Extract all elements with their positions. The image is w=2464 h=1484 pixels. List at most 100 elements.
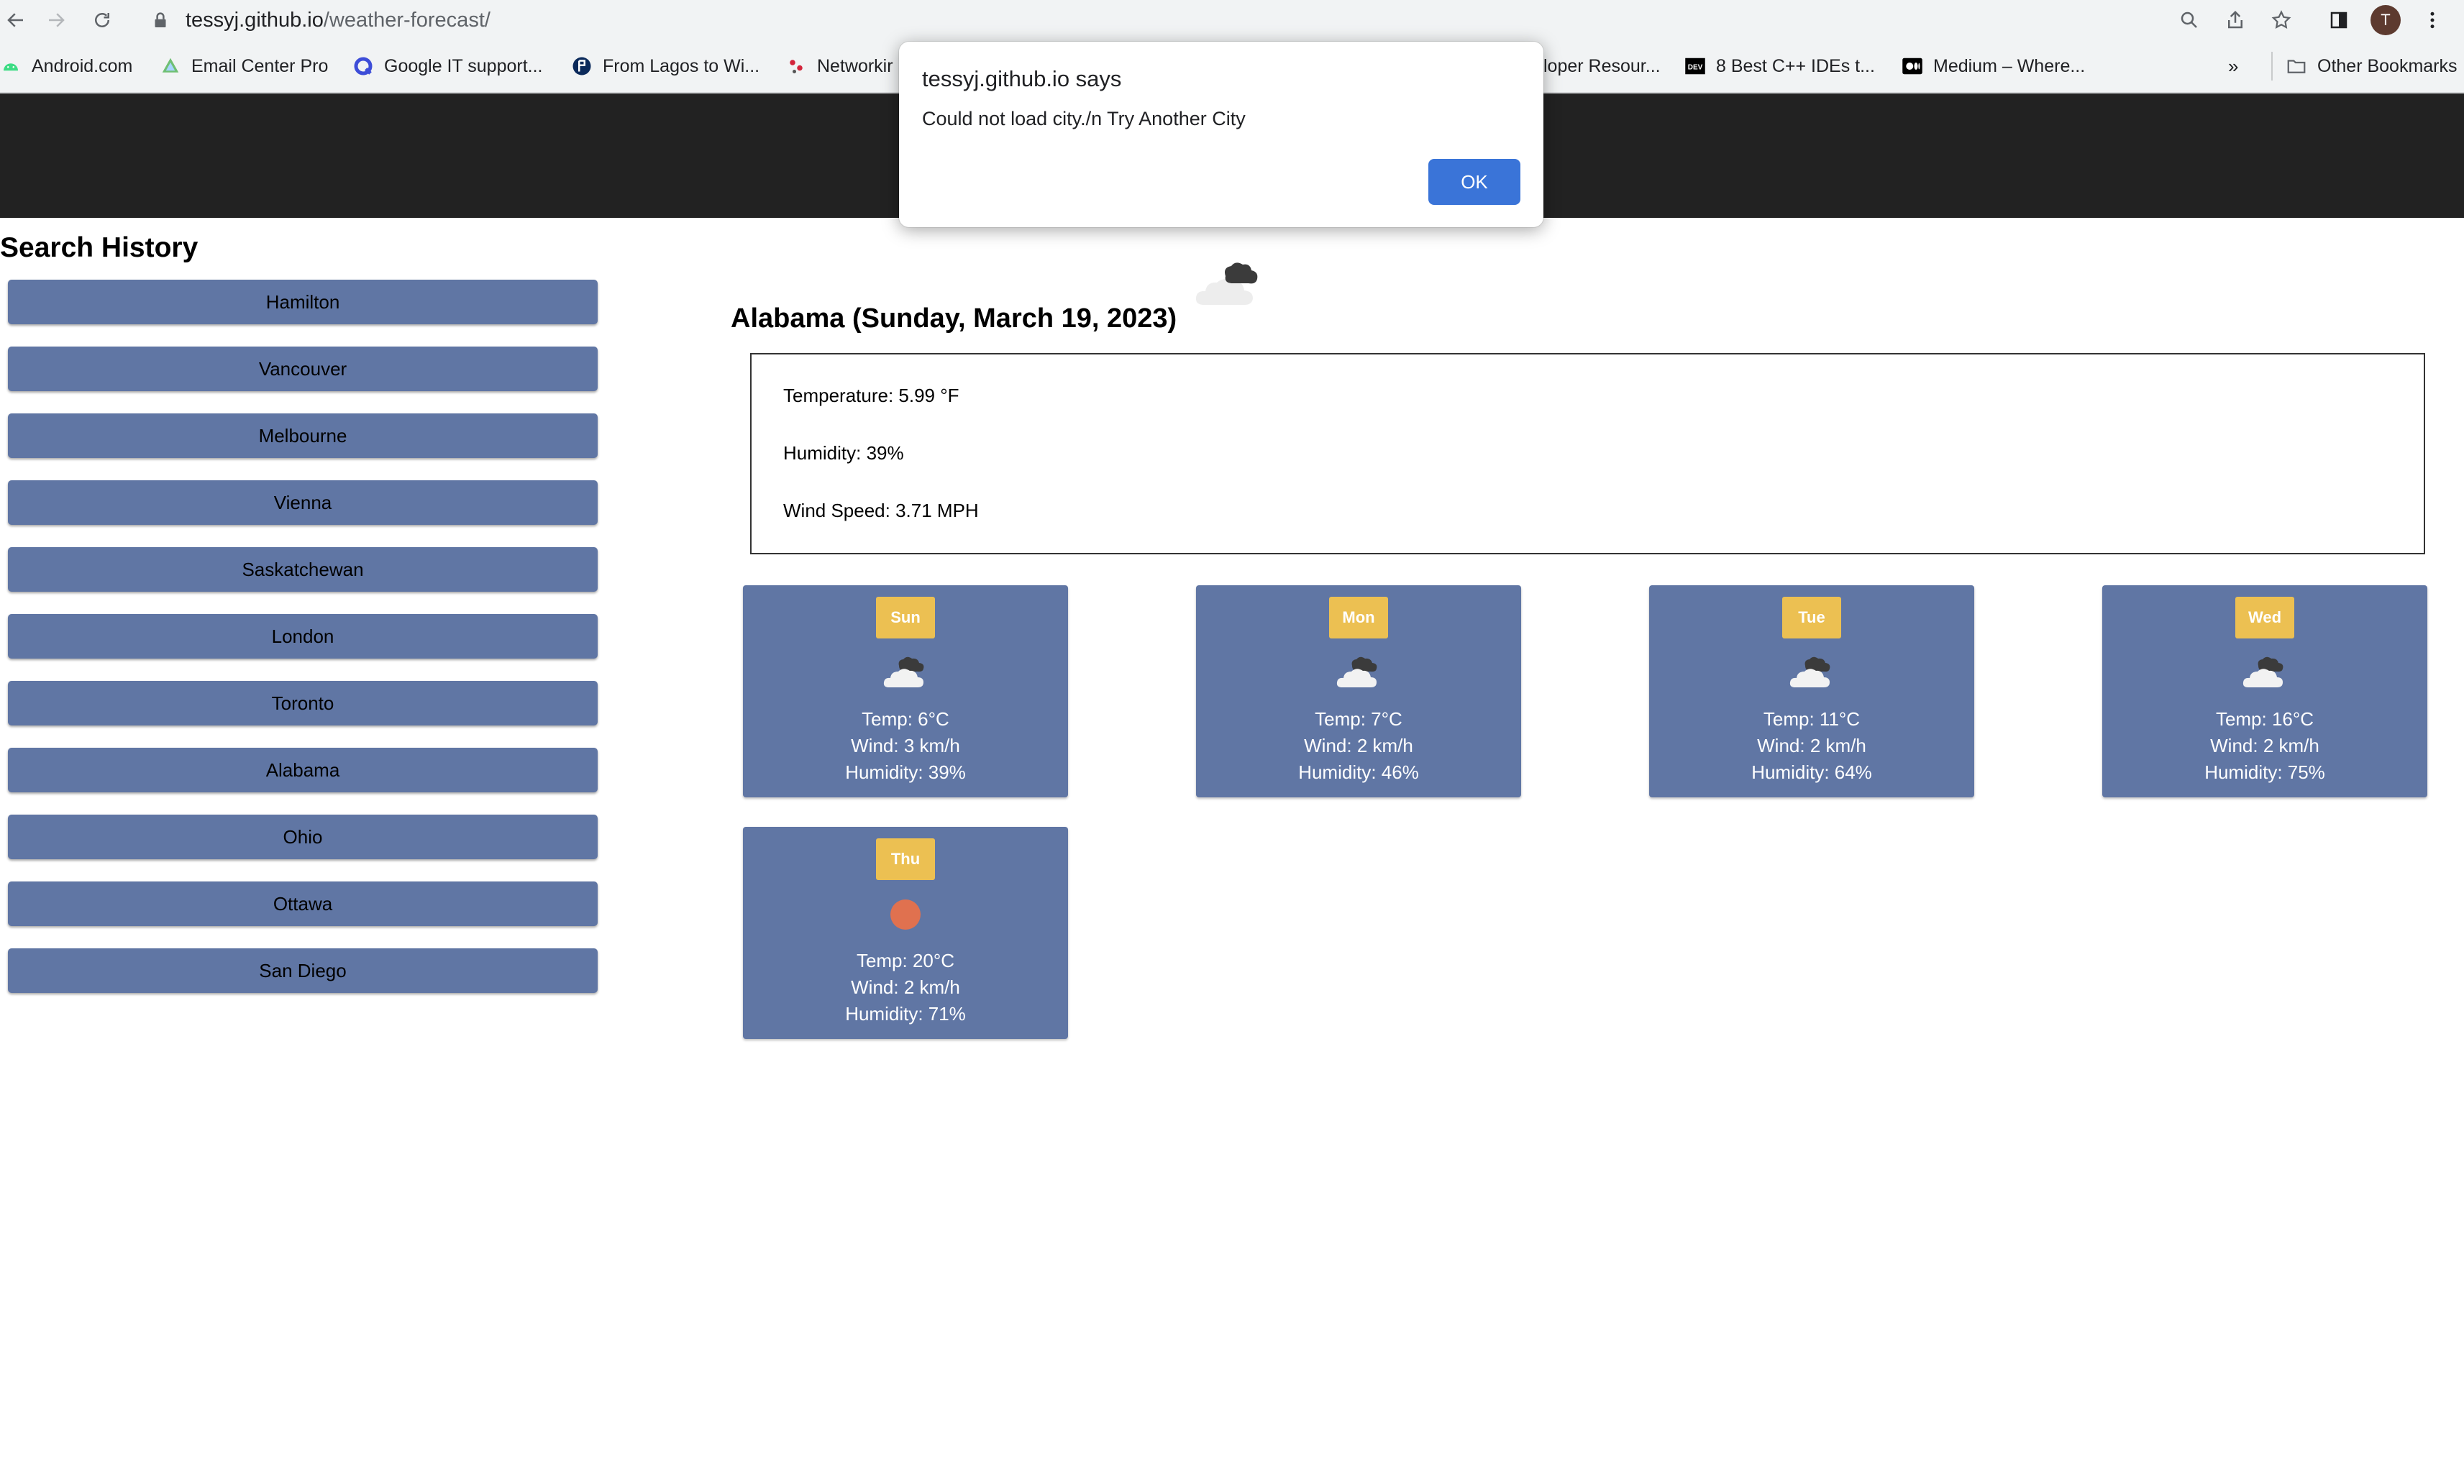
ok-button[interactable]: OK (1428, 159, 1520, 205)
history-button-alabama[interactable]: Alabama (8, 748, 598, 792)
history-button-london[interactable]: London (8, 614, 598, 659)
broken-clouds-icon (1789, 656, 1830, 687)
current-temperature: Temperature: 5.99 °F (783, 385, 959, 406)
lock-icon[interactable] (150, 9, 171, 31)
zoom-button[interactable] (2175, 6, 2204, 35)
current-humidity: Humidity: 39% (783, 442, 904, 464)
alert-message: Could not load city./n Try Another City (922, 108, 1246, 129)
forecast-wind: Wind: 3 km/h (851, 735, 960, 756)
clear-sky-sun-icon (890, 899, 921, 930)
side-panel-button[interactable] (2324, 6, 2353, 35)
history-button-ottawa[interactable]: Ottawa (8, 881, 598, 926)
q-logo-icon (352, 55, 374, 77)
forecast-temp: Temp: 16°C (2215, 708, 2314, 730)
bookmark-label: Android.com (32, 55, 133, 76)
history-button-ohio[interactable]: Ohio (8, 815, 598, 859)
day-badge: Thu (876, 838, 935, 880)
forecast-card-thu: Thu Temp: 20°C Wind: 2 km/h Humidity: 71… (743, 827, 1068, 1039)
forecast-wind: Wind: 2 km/h (2210, 735, 2319, 756)
address-bar[interactable]: tessyj.github.io/weather-forecast/ (134, 3, 2212, 37)
city-heading: Alabama (Sunday, March 19, 2023) (731, 303, 1177, 334)
search-history-list: Hamilton Vancouver Melbourne Vienna Sask… (8, 280, 598, 1015)
url-host: tessyj.github.io (186, 8, 324, 32)
magnifier-icon (2181, 12, 2197, 28)
forecast-card-sun: Sun Temp: 6°C Wind: 3 km/h Humidity: 39% (743, 585, 1068, 797)
forecast-temp: Temp: 11°C (1763, 708, 1861, 730)
day-badge: Sun (876, 597, 935, 638)
forward-button[interactable] (40, 4, 72, 36)
share-icon (2228, 10, 2242, 29)
broken-clouds-icon (883, 656, 924, 687)
bookmark-label: 8 Best C++ IDEs t... (1716, 55, 1875, 76)
medium-icon (1902, 55, 1923, 77)
star-icon (2271, 10, 2291, 29)
broken-clouds-icon (2242, 656, 2283, 687)
forecast-temp: Temp: 20°C (856, 950, 955, 971)
arrow-left-icon (7, 13, 23, 27)
history-button-vancouver[interactable]: Vancouver (8, 347, 598, 391)
bookmark-label: Email Center Pro (191, 55, 329, 76)
history-button-vienna[interactable]: Vienna (8, 480, 598, 525)
arrow-right-icon (49, 13, 65, 27)
history-button-melbourne[interactable]: Melbourne (8, 413, 598, 458)
broken-clouds-icon (1195, 262, 1258, 305)
browser-menu-button[interactable] (2418, 6, 2447, 35)
forecast-humidity: Humidity: 39% (845, 761, 966, 783)
bookmark-from-lagos[interactable]: From Lagos to Wi... (571, 40, 759, 92)
bookmark-label: Medium – Where... (1933, 55, 2086, 76)
bookmark-star-button[interactable] (2267, 6, 2296, 35)
dev-icon: DEV (1684, 55, 1706, 77)
bookmark-medium[interactable]: Medium – Where... (1902, 40, 2085, 92)
back-button[interactable] (0, 4, 32, 36)
side-panel-icon (2330, 12, 2347, 29)
other-bookmarks-folder[interactable]: Other Bookmarks (2271, 52, 2458, 81)
bookmark-networking[interactable]: Networkir (785, 40, 893, 92)
reload-button[interactable] (86, 4, 118, 36)
url-path: /weather-forecast/ (323, 8, 490, 32)
alert-dialog: tessyj.github.io says Could not load cit… (899, 42, 1543, 227)
forecast-temp: Temp: 7°C (1315, 708, 1402, 730)
more-bookmarks-button[interactable]: » (2228, 40, 2238, 92)
bookmark-developer-resources[interactable]: loper Resour... (1543, 40, 1661, 92)
forecast-wind: Wind: 2 km/h (851, 976, 960, 998)
bookmark-label: From Lagos to Wi... (603, 55, 760, 76)
reload-icon (95, 13, 109, 27)
email-center-icon (160, 55, 181, 77)
folder-icon (2286, 55, 2307, 77)
search-history-title: Search History (0, 232, 199, 263)
history-button-san-diego[interactable]: San Diego (8, 948, 598, 993)
bookmark-label: Other Bookmarks (2317, 55, 2458, 76)
kebab-menu-icon (2430, 12, 2435, 29)
forecast-wind: Wind: 2 km/h (1304, 735, 1413, 756)
forecast-card-wed: Wed Temp: 16°C Wind: 2 km/h Humidity: 75… (2102, 585, 2427, 797)
svg-text:DEV: DEV (1688, 63, 1703, 71)
history-button-toronto[interactable]: Toronto (8, 681, 598, 725)
current-wind-speed: Wind Speed: 3.71 MPH (783, 500, 979, 521)
day-badge: Wed (2235, 597, 2294, 638)
share-button[interactable] (2221, 6, 2250, 35)
bookmark-android[interactable]: Android.com (0, 40, 132, 92)
profile-avatar[interactable]: T (2371, 5, 2401, 35)
bookmark-label: Networkir (817, 55, 893, 76)
forecast-card-tue: Tue Temp: 11°C Wind: 2 km/h Humidity: 64… (1649, 585, 1974, 797)
bookmark-email-center[interactable]: Email Center Pro (160, 40, 328, 92)
forecast-card-mon: Mon Temp: 7°C Wind: 2 km/h Humidity: 46% (1196, 585, 1521, 797)
network-icon (785, 55, 807, 77)
broken-clouds-icon (1336, 656, 1377, 687)
day-badge: Mon (1329, 597, 1388, 638)
forecast-humidity: Humidity: 75% (2204, 761, 2325, 783)
forecast-humidity: Humidity: 71% (845, 1003, 966, 1025)
current-weather-panel: Temperature: 5.99 °F Humidity: 39% Wind … (750, 353, 2425, 554)
forecast-humidity: Humidity: 46% (1298, 761, 1419, 783)
bookmark-label: loper Resour... (1543, 55, 1661, 76)
bookmark-label: Google IT support... (384, 55, 543, 76)
android-icon (0, 55, 22, 77)
history-button-saskatchewan[interactable]: Saskatchewan (8, 547, 598, 592)
browser-toolbar: tessyj.github.io/weather-forecast/ T (0, 0, 2464, 40)
alert-title: tessyj.github.io says (922, 66, 1122, 91)
site-logo-icon (571, 55, 593, 77)
history-button-hamilton[interactable]: Hamilton (8, 280, 598, 324)
forecast-temp: Temp: 6°C (862, 708, 949, 730)
bookmark-google-it[interactable]: Google IT support... (352, 40, 543, 92)
bookmark-cpp-ides[interactable]: DEV 8 Best C++ IDEs t... (1684, 40, 1875, 92)
